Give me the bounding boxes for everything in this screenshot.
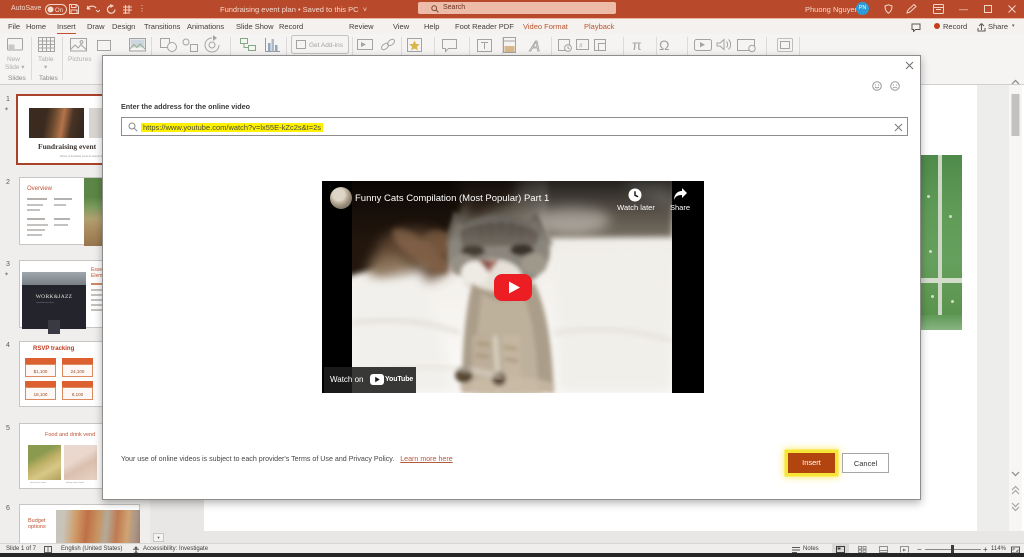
svg-text:Get Add-ins: Get Add-ins xyxy=(309,42,344,49)
svg-text:New: New xyxy=(7,56,20,63)
svg-text:Slide ▾: Slide ▾ xyxy=(5,64,25,71)
svg-text:A: A xyxy=(529,38,540,55)
svg-text:On: On xyxy=(55,8,63,14)
svg-text:▾: ▾ xyxy=(44,64,48,71)
svg-text:π: π xyxy=(632,37,642,53)
svg-text:Table: Table xyxy=(38,56,54,63)
svg-text:#: # xyxy=(579,43,583,50)
svg-text:Slides: Slides xyxy=(8,75,26,82)
svg-text:Tables: Tables xyxy=(39,75,59,82)
svg-text:Pictures: Pictures xyxy=(68,56,92,63)
svg-text:Ω: Ω xyxy=(659,37,669,53)
